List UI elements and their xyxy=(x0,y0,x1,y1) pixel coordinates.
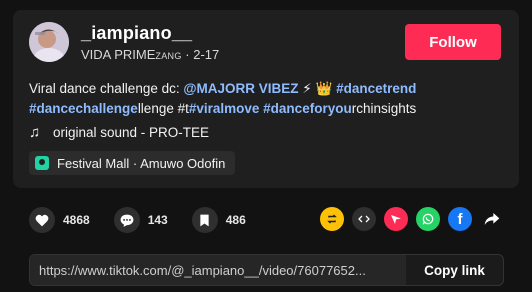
share-arrow-icon[interactable] xyxy=(480,207,504,231)
engagement-actions: 4868 143 486 xyxy=(29,204,270,236)
post-date: 2-17 xyxy=(193,47,220,62)
caption-text: rchinsights xyxy=(351,101,417,116)
heart-icon xyxy=(29,207,55,233)
sound-label: original sound - PRO-TEE xyxy=(53,125,210,140)
facebook-icon[interactable]: f xyxy=(448,207,472,231)
comment-count: 143 xyxy=(147,213,168,227)
video-info-card: _iampiano__ VIDA PRIMEZANG · 2-17 Follow… xyxy=(13,10,519,188)
avatar[interactable] xyxy=(29,22,69,62)
comment-button[interactable]: 143 xyxy=(113,207,168,233)
like-button[interactable]: 4868 xyxy=(29,207,90,233)
send-icon[interactable] xyxy=(384,207,408,231)
sound-link[interactable]: ♫ original sound - PRO-TEE xyxy=(29,124,209,141)
hashtag-link[interactable]: #danceforyou xyxy=(263,101,352,116)
author-subline: VIDA PRIMEZANG · 2-17 xyxy=(81,47,219,62)
save-button[interactable]: 486 xyxy=(191,207,246,233)
location-label: Festival Mall · Amuwo Odofin xyxy=(57,155,226,171)
follow-button[interactable]: Follow xyxy=(405,24,501,60)
video-url-field[interactable]: https://www.tiktok.com/@_iampiano__/vide… xyxy=(30,255,406,285)
caption-emoji: ⚡ 👑 xyxy=(302,81,333,96)
separator-dot: · xyxy=(185,47,190,62)
author-display-name-small: ZANG xyxy=(155,51,182,61)
hashtag-link[interactable]: #viralmove xyxy=(189,101,260,116)
save-count: 486 xyxy=(225,213,246,227)
caption-mention[interactable]: @MAJORR VIBEZ xyxy=(183,81,298,96)
share-options: f xyxy=(320,207,504,231)
location-tag[interactable]: Festival Mall · Amuwo Odofin xyxy=(29,151,236,175)
author-display-name: VIDA PRIME xyxy=(81,47,156,62)
like-count: 4868 xyxy=(63,213,90,227)
author-username[interactable]: _iampiano__ xyxy=(81,23,192,44)
caption-text: Viral dance challenge dc: xyxy=(29,81,184,96)
video-caption: Viral dance challenge dc: @MAJORR VIBEZ … xyxy=(29,79,499,119)
bookmark-icon xyxy=(191,207,218,233)
hashtag-link[interactable]: #dancechallenge xyxy=(29,101,138,116)
whatsapp-icon[interactable] xyxy=(416,207,440,231)
copy-link-button[interactable]: Copy link xyxy=(406,255,503,285)
embed-icon[interactable] xyxy=(352,207,376,231)
copy-link-bar: https://www.tiktok.com/@_iampiano__/vide… xyxy=(29,254,504,286)
caption-text: llenge #t xyxy=(137,101,189,116)
music-note-icon: ♫ xyxy=(29,124,41,141)
location-pin-icon xyxy=(35,156,49,170)
repost-icon[interactable] xyxy=(320,207,344,231)
comment-icon xyxy=(113,207,140,233)
hashtag-link[interactable]: #dancetrend xyxy=(336,81,416,96)
